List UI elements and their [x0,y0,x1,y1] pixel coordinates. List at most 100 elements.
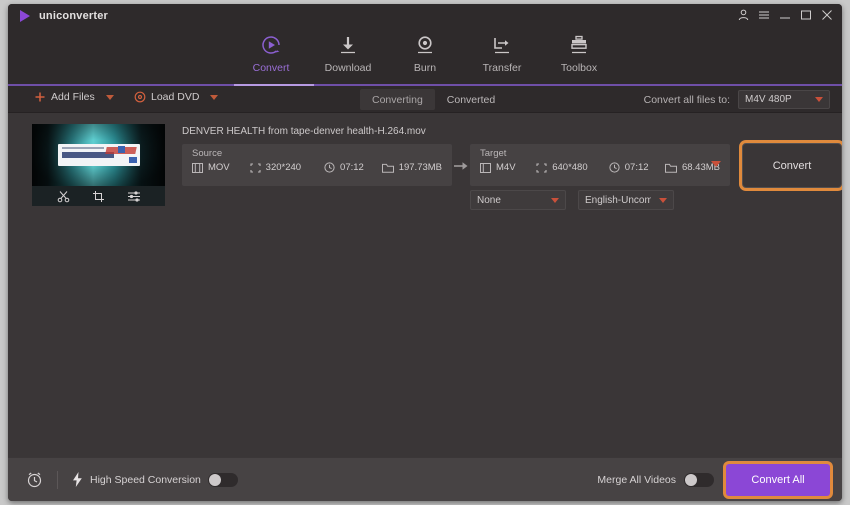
convert-all-button[interactable]: Convert All [726,463,830,496]
audio-track-select[interactable]: English-Uncom... [578,190,674,210]
add-files-label: Add Files [51,91,95,103]
transfer-icon [491,33,513,57]
resolution-icon [250,162,261,173]
bottom-bar: High Speed Conversion Merge All Videos C… [8,457,842,501]
tab-transfer-label: Transfer [482,62,522,74]
high-speed-conversion-label: High Speed Conversion [90,473,201,486]
file-card: DENVER HEALTH from tape-denver health-H.… [20,118,842,218]
close-icon[interactable] [821,9,833,21]
tab-convert[interactable]: Convert [233,30,310,74]
trim-icon[interactable] [57,190,70,203]
tab-toolbox-label: Toolbox [560,62,598,74]
main-nav: Convert Download Burn Transfer Toolbox [8,30,842,86]
merge-all-videos-group: Merge All Videos [597,472,714,487]
thumbnail-tools [32,186,165,206]
target-format-dropdown-button[interactable] [705,147,727,181]
source-info: Source MOV 320*240 07:12 197.73MB [182,144,452,186]
alarm-clock-icon[interactable] [26,471,43,488]
bottom-right-controls: Merge All Videos Convert All [597,458,830,501]
merge-all-videos-label: Merge All Videos [597,473,676,486]
convert-all-files-to-group: Convert all files to: M4V 480P [644,90,830,109]
load-dvd-button[interactable]: Load DVD [134,91,219,103]
chevron-down-icon [815,97,823,102]
tab-download[interactable]: Download [310,30,387,74]
download-icon [337,33,359,57]
tab-burn[interactable]: Burn [387,30,464,74]
source-label: Source [192,148,223,159]
tab-converted[interactable]: Converted [435,89,507,110]
tab-transfer[interactable]: Transfer [464,30,541,74]
target-duration: 07:12 [609,162,665,173]
audio-track-value: English-Uncom... [585,194,651,206]
plus-icon [35,92,45,102]
load-dvd-caret-icon[interactable] [210,94,219,100]
add-files-button[interactable]: Add Files [34,91,114,103]
toolbox-icon [568,33,590,57]
clock-icon [609,162,620,173]
resolution-icon [536,162,547,173]
source-duration: 07:12 [324,162,382,173]
video-thumbnail[interactable] [32,124,165,206]
target-format-value: M4V [496,162,516,173]
source-resolution: 320*240 [250,162,324,173]
divider [57,470,58,489]
output-format-value: M4V 480P [745,94,792,105]
file-name: DENVER HEALTH from tape-denver health-H.… [182,126,426,137]
effects-icon[interactable] [127,190,141,203]
application-window: uniconverter Convert Download Burn Trans… [8,4,842,501]
track-selectors: None English-Uncom... [470,190,674,210]
title-bar: uniconverter [8,4,842,30]
tab-toolbox[interactable]: Toolbox [541,30,618,74]
target-label: Target [480,148,507,159]
source-resolution-value: 320*240 [265,162,302,173]
video-format-icon [480,162,491,173]
burn-icon [414,33,436,57]
subtitle-select[interactable]: None [470,190,566,210]
load-dvd-label: Load DVD [151,91,200,103]
tab-converting[interactable]: Converting [360,89,435,110]
app-title: uniconverter [39,10,109,22]
conversion-list: DENVER HEALTH from tape-denver health-H.… [8,113,842,457]
folder-icon [664,163,677,173]
source-duration-value: 07:12 [340,162,364,173]
menu-icon[interactable] [758,9,770,21]
add-files-caret-icon[interactable] [105,94,114,100]
thumbnail-banner [58,144,140,166]
target-format: M4V [480,162,536,173]
convert-all-files-to-label: Convert all files to: [643,93,730,106]
folder-icon [381,163,394,173]
account-icon[interactable] [738,9,749,21]
high-speed-conversion-group: High Speed Conversion [72,472,238,487]
convert-icon [260,33,282,57]
minimize-icon[interactable] [779,9,791,21]
action-toolbar: Add Files Load DVD Converting Converted … [8,86,842,113]
source-format-value: MOV [208,162,230,173]
video-format-icon [192,162,203,173]
logo-icon [18,9,32,23]
source-format: MOV [192,162,250,173]
chevron-down-icon [659,197,667,203]
lightning-icon [73,472,82,487]
output-format-select[interactable]: M4V 480P [738,90,830,109]
target-info: Target M4V 640*480 07:12 68.43MB [470,144,730,186]
high-speed-conversion-toggle[interactable] [207,472,238,487]
chevron-down-icon [551,197,559,203]
tab-burn-label: Burn [413,62,437,74]
merge-all-videos-toggle[interactable] [684,472,714,487]
source-size: 197.73MB [381,162,443,173]
source-size-value: 197.73MB [398,162,443,173]
status-filter-tabs: Converting Converted [360,89,507,110]
crop-icon[interactable] [92,190,105,203]
target-resolution-value: 640*480 [552,162,588,173]
conversion-arrow-icon [454,160,468,172]
window-controls [738,9,833,21]
disc-icon [134,91,146,103]
tab-convert-label: Convert [252,62,290,74]
maximize-icon[interactable] [800,9,812,21]
brand: uniconverter [18,9,108,23]
clock-icon [324,162,335,173]
subtitle-value: None [477,194,501,206]
convert-button[interactable]: Convert [742,143,842,188]
chevron-down-icon [711,161,721,167]
tab-download-label: Download [324,62,372,74]
